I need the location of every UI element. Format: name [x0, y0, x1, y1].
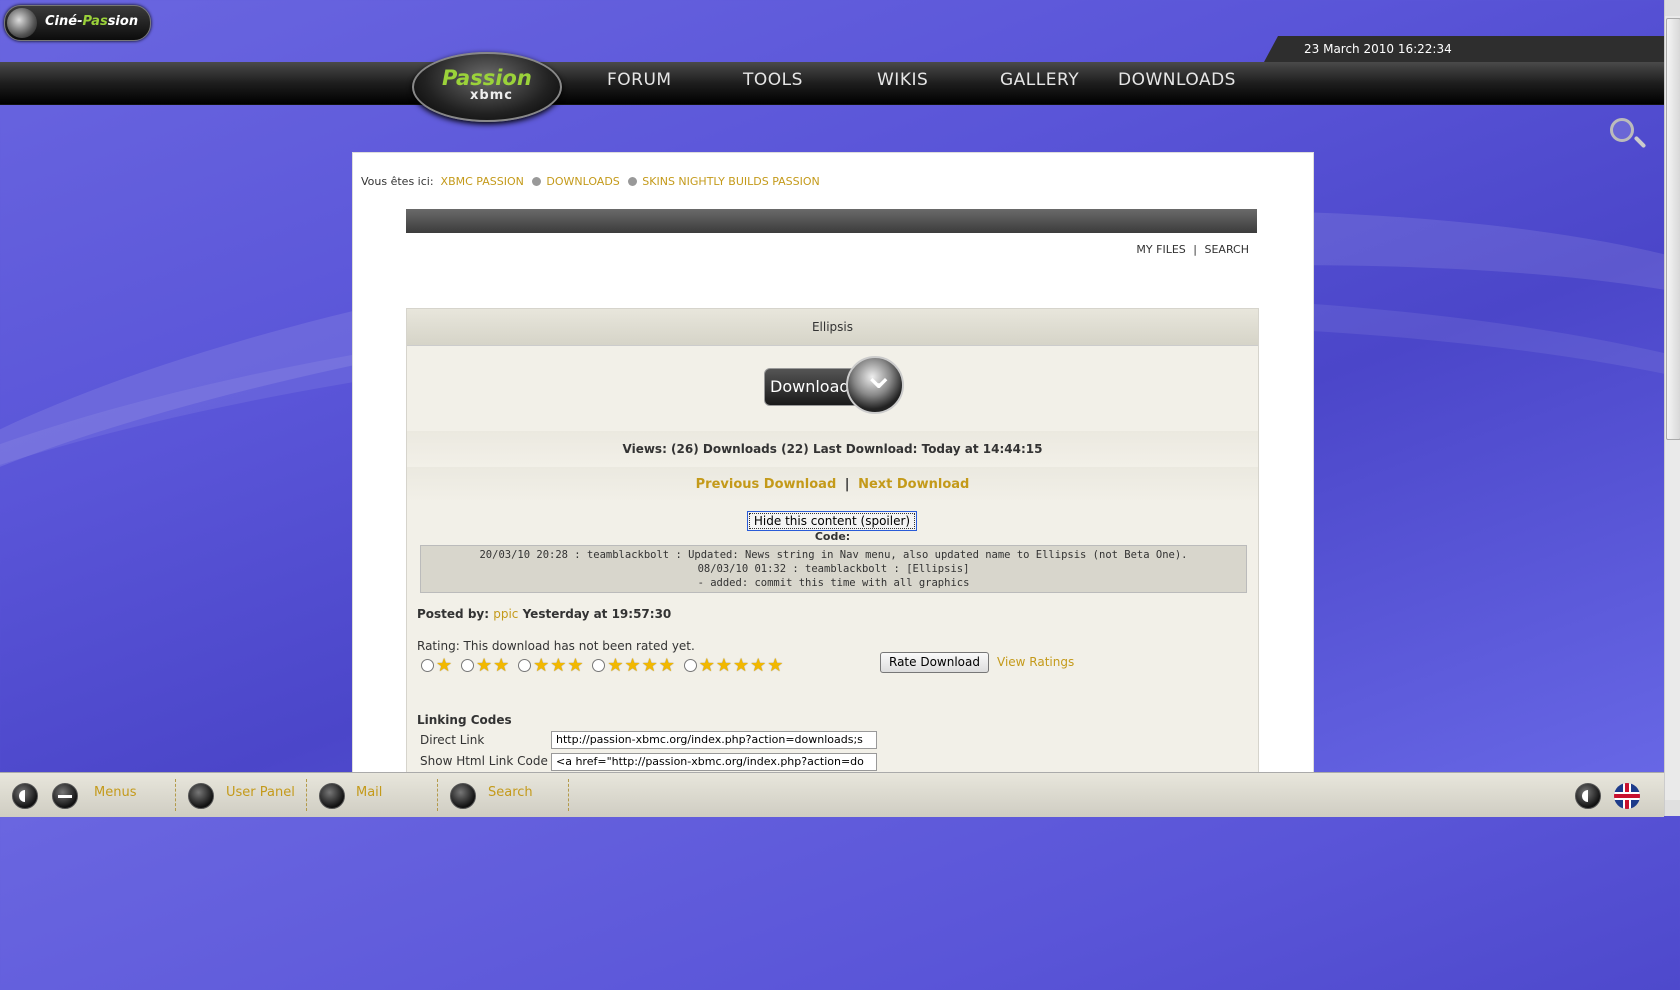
search-button[interactable]: Search	[488, 785, 533, 800]
search-magnifier-icon[interactable]	[1610, 118, 1634, 142]
nav-forum[interactable]: FORUM	[607, 70, 672, 90]
breadcrumb: Vous êtes ici: XBMC PASSION DOWNLOADS SK…	[361, 175, 820, 188]
star-rating-5: ★★★★★	[698, 655, 785, 676]
nav-wikis[interactable]: WIKIS	[877, 70, 928, 90]
scroll-down-arrow-icon[interactable]	[1665, 800, 1680, 816]
mail-button[interactable]: Mail	[356, 785, 382, 800]
view-ratings-link[interactable]: View Ratings	[997, 655, 1074, 669]
author-link[interactable]: ppic	[493, 607, 518, 621]
html-link-field[interactable]: <a href="http://passion-xbmc.org/index.p…	[551, 753, 877, 771]
mail-icon[interactable]	[319, 783, 345, 809]
star-rating-4: ★★★★	[607, 655, 676, 676]
star-rating-3: ★★★	[533, 655, 585, 676]
rate-download-button[interactable]: Rate Download	[880, 652, 989, 673]
passion-xbmc-logo[interactable]: Passion xbmc	[412, 52, 562, 122]
breadcrumb-arrow-icon	[628, 177, 638, 186]
nav-tools[interactable]: TOOLS	[743, 70, 803, 90]
breadcrumb-xbmc-passion[interactable]: XBMC PASSION	[441, 175, 524, 188]
code-line: 20/03/10 20:28 : teamblackbolt : Updated…	[479, 549, 1188, 561]
search-icon[interactable]	[450, 783, 476, 809]
user-panel-icon[interactable]	[188, 783, 214, 809]
rating-options: ★ ★★ ★★★ ★★★★ ★★★★★	[421, 655, 788, 677]
rating-radio-2[interactable]	[460, 659, 474, 672]
cine-passion-logo-text: Ciné-Passion	[45, 14, 139, 29]
direct-link-label: Direct Link	[420, 733, 485, 747]
breadcrumb-arrow-icon	[532, 177, 542, 186]
minimize-icon[interactable]	[52, 783, 78, 809]
posted-by-label: Posted by:	[417, 607, 490, 621]
download-panel: Ellipsis Download Views: (26) Downloads …	[406, 308, 1259, 773]
posted-by: Posted by: ppic Yesterday at 19:57:30	[417, 607, 671, 621]
rating-status: Rating: This download has not been rated…	[417, 639, 695, 653]
film-reel-icon	[7, 8, 37, 38]
logo-text-passion: Passion	[442, 66, 532, 90]
star-rating-2: ★★	[475, 655, 511, 676]
direct-link-field[interactable]: http://passion-xbmc.org/index.php?action…	[551, 731, 877, 749]
rating-radio-3[interactable]	[518, 659, 532, 672]
posted-time: Yesterday at 19:57:30	[522, 607, 672, 621]
contrast-icon[interactable]	[12, 783, 38, 809]
breadcrumb-downloads[interactable]: DOWNLOADS	[546, 175, 619, 188]
rating-radio-5[interactable]	[683, 659, 697, 672]
linking-codes-title: Linking Codes	[417, 713, 512, 727]
taskbar-divider	[568, 779, 569, 811]
download-button[interactable]: Download	[764, 352, 904, 416]
top-navigation-bar	[0, 62, 1664, 105]
section-header-bar	[406, 209, 1257, 233]
download-stats: Views: (26) Downloads (22) Last Download…	[407, 431, 1258, 467]
rating-radio-4[interactable]	[592, 659, 606, 672]
theme-toggle-icon[interactable]	[1575, 783, 1601, 809]
date-display: 23 March 2010 16:22:34	[1264, 36, 1664, 62]
download-navigation: Previous Download | Next Download	[407, 467, 1258, 503]
breadcrumb-prefix: Vous êtes ici:	[361, 175, 434, 188]
next-download-link[interactable]: Next Download	[858, 477, 969, 492]
breadcrumb-skins-nightly[interactable]: SKINS NIGHTLY BUILDS PASSION	[642, 175, 820, 188]
scroll-up-arrow-icon[interactable]	[1665, 0, 1680, 16]
spoiler-toggle-button[interactable]: Hide this content (spoiler)	[747, 511, 917, 531]
nav-downloads[interactable]: DOWNLOADS	[1118, 70, 1236, 90]
taskbar-divider	[306, 779, 307, 811]
download-arrow-icon	[846, 352, 904, 414]
code-line: - added: commit this time with all graph…	[697, 577, 970, 589]
changelog-code-box: 20/03/10 20:28 : teamblackbolt : Updated…	[420, 545, 1247, 593]
my-files-link[interactable]: MY FILES	[1136, 243, 1185, 256]
nav-gallery[interactable]: GALLERY	[1000, 70, 1079, 90]
rating-radio-1[interactable]	[421, 659, 434, 672]
nav-separator: |	[844, 477, 850, 492]
toolbar-separator: |	[1193, 243, 1197, 256]
search-link[interactable]: SEARCH	[1204, 243, 1249, 256]
cine-passion-logo[interactable]: Ciné-Passion	[4, 5, 151, 41]
previous-download-link[interactable]: Previous Download	[696, 477, 837, 492]
vertical-scrollbar[interactable]	[1664, 0, 1680, 816]
file-toolbar: MY FILES | SEARCH	[1136, 243, 1249, 256]
main-content: Vous êtes ici: XBMC PASSION DOWNLOADS SK…	[352, 152, 1314, 774]
taskbar-divider	[437, 779, 438, 811]
bottom-taskbar: Menus User Panel Mail Search	[0, 772, 1664, 817]
code-label: Code:	[814, 530, 851, 543]
code-line: 08/03/10 01:32 : teamblackbolt : [Ellips…	[697, 563, 970, 575]
html-link-label: Show Html Link Code	[420, 754, 548, 768]
uk-flag-icon[interactable]	[1614, 783, 1640, 809]
download-title: Ellipsis	[407, 309, 1258, 346]
user-panel-button[interactable]: User Panel	[226, 785, 295, 800]
taskbar-divider	[175, 779, 176, 811]
logo-text-xbmc: xbmc	[470, 88, 513, 103]
scrollbar-thumb[interactable]	[1666, 18, 1680, 440]
menus-button[interactable]: Menus	[94, 785, 136, 800]
star-rating-1: ★	[436, 655, 454, 676]
